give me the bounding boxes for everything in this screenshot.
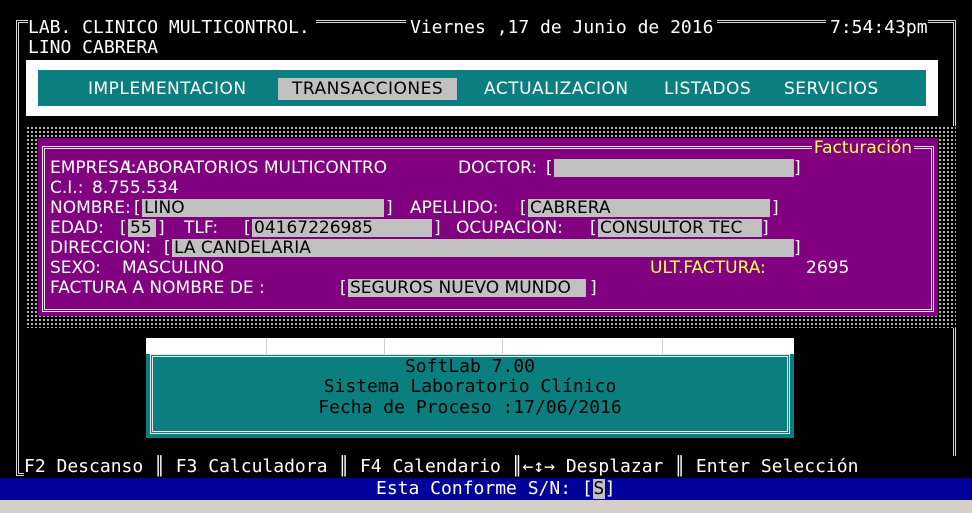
app-title: LAB. CLINICO MULTICONTROL. [28,18,316,38]
user-name: LINO CABRERA [28,37,159,58]
prompt-bar: Esta Conforme S/N: [S] [0,478,972,500]
ocupacion-label: OCUPACION: [456,218,563,238]
nombre-label: NOMBRE: [50,198,131,218]
factura-nombre-label: FACTURA A NOMBRE DE : [50,278,265,298]
window-bottom-edge [0,500,972,513]
tlf-label: TLF: [184,218,219,238]
menu-actualizacion[interactable]: ACTUALIZACION [482,78,631,100]
facturacion-window: Facturación EMPRESA: LABORATORIOS MULTIC… [38,138,938,316]
menu-servicios[interactable]: SERVICIOS [782,78,881,100]
ocupacion-field[interactable]: CONSULTOR TEC [598,219,762,237]
edad-label: EDAD: [50,218,104,238]
ult-factura-value: 2695 [806,258,850,278]
factura-nombre-field[interactable]: SEGUROS NUEVO MUNDO [348,279,586,297]
prompt-question: Esta Conforme S/N: [376,478,582,499]
sexo-value: MASCULINO [122,258,224,278]
tlf-field[interactable]: 04167226985 [252,219,432,237]
process-date: Fecha de Proceso :17/06/2016 [318,397,622,418]
system-name: Sistema Laboratorio Clínico [323,376,617,397]
edad-field[interactable]: 55 [128,219,156,237]
main-menu: IMPLEMENTACION TRANSACCIONES ACTUALIZACI… [26,60,938,116]
ult-factura-label: ULT.FACTURA: [650,258,766,278]
prompt-text: Esta Conforme S/N: [S] [376,478,616,499]
apellido-label: APELLIDO: [410,198,499,218]
empresa-value: LABORATORIOS MULTICONTRO [126,158,388,178]
info-box: SoftLab 7.00 Sistema Laboratorio Clínico… [146,354,794,438]
ci-value: 8.755.534 [92,178,179,198]
menu-bar: IMPLEMENTACION TRANSACCIONES ACTUALIZACI… [38,70,926,106]
sexo-label: SEXO: [50,258,101,278]
apellido-field[interactable]: CABRERA [528,199,770,217]
function-keys-bar: F2 Descanso ║ F3 Calculadora ║ F4 Calend… [24,456,972,478]
window-title: Facturación [811,138,914,158]
menu-transacciones[interactable]: TRANSACCIONES [278,78,458,100]
direccion-label: DIRECCION: [50,238,152,258]
doctor-label: DOCTOR: [458,158,538,178]
menu-implementacion[interactable]: IMPLEMENTACION [86,78,249,100]
doctor-bracket-open: [ [546,158,553,178]
doctor-field[interactable] [554,159,794,177]
header-date: Viernes ,17 de Junio de 2016 [406,18,718,38]
info-header-strip [146,338,794,354]
product-name: SoftLab 7.00 [404,356,536,377]
ci-label: C.I.: [50,178,84,198]
nombre-field[interactable]: LINO [142,199,384,217]
empresa-label: EMPRESA: [50,158,137,178]
header-time: 7:54:43pm [826,18,928,38]
direccion-field[interactable]: LA CANDELARIA [172,239,794,257]
menu-listados[interactable]: LISTADOS [662,78,753,100]
prompt-answer-input[interactable]: S [592,479,605,499]
doctor-bracket-close: ] [794,158,801,178]
